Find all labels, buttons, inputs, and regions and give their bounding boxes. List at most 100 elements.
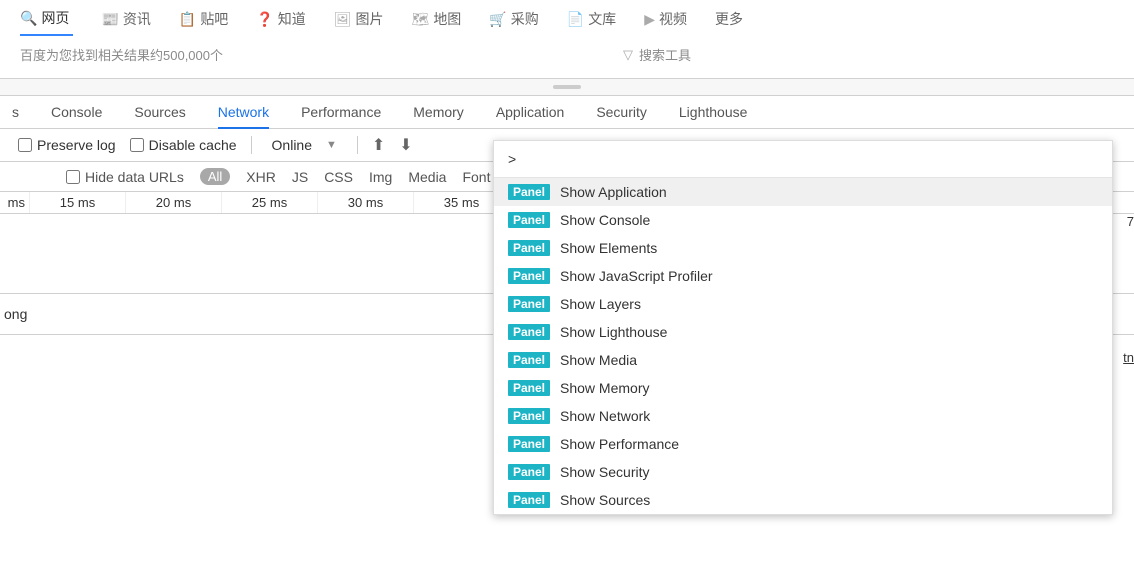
cmd-show-console[interactable]: Panel Show Console bbox=[494, 206, 1112, 234]
cmd-show-media[interactable]: PanelShow Media bbox=[494, 346, 1112, 374]
grip-icon bbox=[553, 85, 581, 89]
play-icon: ▶ bbox=[644, 11, 655, 28]
cmd-label: Show Layers bbox=[560, 296, 641, 312]
cmd-label: Show Lighthouse bbox=[560, 324, 667, 340]
nav-map[interactable]: 🗺地图 bbox=[412, 9, 462, 29]
panel-badge: Panel bbox=[508, 408, 550, 424]
tab-sources[interactable]: Sources bbox=[134, 104, 185, 120]
nav-label: 图片 bbox=[356, 9, 384, 29]
search-tools[interactable]: ▽搜索工具 bbox=[623, 45, 691, 64]
filter-xhr[interactable]: XHR bbox=[246, 169, 276, 185]
cmd-show-memory[interactable]: Panel Show Memory bbox=[494, 374, 1112, 402]
cmd-show-lighthouse[interactable]: Panel Show Lighthouse bbox=[494, 318, 1112, 346]
panel-badge: Panel bbox=[508, 184, 550, 200]
tab-performance[interactable]: Performance bbox=[301, 104, 381, 120]
separator bbox=[251, 136, 252, 154]
cmd-label: Show Performance bbox=[560, 436, 679, 452]
nav-wenku[interactable]: 📄文库 bbox=[567, 9, 616, 29]
search-icon: 🔍 bbox=[20, 10, 37, 27]
preserve-log-input[interactable] bbox=[18, 138, 32, 152]
tab-cut[interactable]: s bbox=[12, 104, 19, 120]
cart-icon: 🛒 bbox=[489, 11, 506, 28]
cmd-show-jsprofiler[interactable]: PanelShow JavaScript Profiler bbox=[494, 262, 1112, 290]
filter-all[interactable]: All bbox=[200, 168, 230, 185]
cmd-label: Show Memory bbox=[560, 380, 649, 396]
right-edge-text: tn bbox=[1123, 350, 1134, 365]
separator bbox=[357, 136, 358, 154]
cmd-label: Show Network bbox=[560, 408, 650, 424]
nav-caigou[interactable]: 🛒 采购 bbox=[489, 9, 538, 29]
nav-video[interactable]: ▶视频 bbox=[644, 9, 687, 29]
preserve-log-checkbox[interactable]: Preserve log bbox=[18, 137, 116, 153]
nav-web[interactable]: 🔍网页 bbox=[20, 8, 73, 36]
disable-cache-input[interactable] bbox=[130, 138, 144, 152]
download-icon[interactable]: ⬇ bbox=[399, 135, 412, 155]
nav-label: 网页 bbox=[41, 8, 69, 28]
nav-zhidao[interactable]: ❓知道 bbox=[256, 9, 305, 29]
panel-badge: Panel bbox=[508, 464, 550, 480]
cmd-show-sources[interactable]: PanelShow Sources bbox=[494, 486, 1112, 514]
filter-font[interactable]: Font bbox=[462, 169, 490, 185]
filter-js[interactable]: JS bbox=[292, 169, 308, 185]
devtools-tabs: s Console Sources Network Performance Me… bbox=[0, 96, 1134, 129]
nav-more[interactable]: 更多 bbox=[715, 9, 743, 29]
cmd-show-security[interactable]: Panel Show Security bbox=[494, 458, 1112, 486]
map-icon: 🗺 bbox=[412, 11, 430, 28]
filter-img[interactable]: Img bbox=[369, 169, 392, 185]
nav-label: 知道 bbox=[278, 9, 306, 29]
nav-image[interactable]: 🖼图片 bbox=[334, 9, 384, 29]
hide-data-urls-input[interactable] bbox=[66, 170, 80, 184]
command-menu: > PanelShow Application Panel Show Consol… bbox=[493, 140, 1113, 515]
clipboard-icon: 📋 bbox=[179, 11, 196, 28]
panel-badge: Panel bbox=[508, 380, 550, 396]
cmd-label: Show JavaScript Profiler bbox=[560, 268, 713, 284]
cmd-show-application[interactable]: PanelShow Application bbox=[494, 178, 1112, 206]
cmd-label: Show Console bbox=[560, 212, 650, 228]
cmd-show-layers[interactable]: Panel Show Layers bbox=[494, 290, 1112, 318]
cmd-show-performance[interactable]: Panel Show Performance bbox=[494, 430, 1112, 458]
nav-label: 更多 bbox=[715, 9, 743, 29]
nav-label: 地图 bbox=[433, 9, 461, 29]
time-col: 20 ms bbox=[126, 192, 222, 213]
cmd-show-network[interactable]: Panel Show Network bbox=[494, 402, 1112, 430]
panel-badge: Panel bbox=[508, 296, 550, 312]
tab-network[interactable]: Network bbox=[218, 104, 269, 120]
cmd-show-elements[interactable]: Panel Show Elements bbox=[494, 234, 1112, 262]
time-col: 30 ms bbox=[318, 192, 414, 213]
document-icon: 📄 bbox=[567, 11, 584, 28]
panel-badge: Panel bbox=[508, 492, 550, 508]
filter-media[interactable]: Media bbox=[408, 169, 446, 185]
nav-news[interactable]: 📰资讯 bbox=[101, 9, 150, 29]
right-edge-number: 7 bbox=[1127, 214, 1134, 229]
upload-icon[interactable]: ⬆ bbox=[372, 135, 385, 155]
filter-css[interactable]: CSS bbox=[324, 169, 353, 185]
cmd-label: Show Elements bbox=[560, 240, 657, 256]
panel-badge: Panel bbox=[508, 436, 550, 452]
preserve-log-label: Preserve log bbox=[37, 137, 116, 153]
panel-badge: Panel bbox=[508, 212, 550, 228]
nav-label: 视频 bbox=[659, 9, 687, 29]
command-list[interactable]: PanelShow Application PanelShow Console … bbox=[494, 178, 1112, 514]
time-col: 15 ms bbox=[30, 192, 126, 213]
nav-label: 采购 bbox=[511, 9, 539, 29]
tab-console[interactable]: Console bbox=[51, 104, 102, 120]
tab-memory[interactable]: Memory bbox=[413, 104, 464, 120]
time-prefix: ms bbox=[0, 192, 30, 213]
drag-handle[interactable] bbox=[0, 79, 1134, 96]
tab-lighthouse[interactable]: Lighthouse bbox=[679, 104, 748, 120]
tab-application[interactable]: Application bbox=[496, 104, 565, 120]
nav-label: 贴吧 bbox=[200, 9, 228, 29]
nav-tieba[interactable]: 📋贴吧 bbox=[179, 9, 228, 29]
hide-data-urls-checkbox[interactable]: Hide data URLs bbox=[66, 169, 184, 185]
panel-badge: Panel bbox=[508, 352, 550, 368]
caret-down-icon: ▼ bbox=[326, 139, 337, 151]
command-prompt: > bbox=[508, 151, 516, 167]
command-input[interactable]: > bbox=[494, 141, 1112, 178]
cmd-label: Show Security bbox=[560, 464, 649, 480]
panel-badge: Panel bbox=[508, 240, 550, 256]
results-count: 百度为您找到相关结果约500,000个 bbox=[20, 45, 223, 64]
tab-security[interactable]: Security bbox=[596, 104, 647, 120]
disable-cache-checkbox[interactable]: Disable cache bbox=[130, 137, 237, 153]
throttle-select[interactable]: Online▼ bbox=[266, 135, 343, 155]
panel-badge: Panel bbox=[508, 324, 550, 340]
